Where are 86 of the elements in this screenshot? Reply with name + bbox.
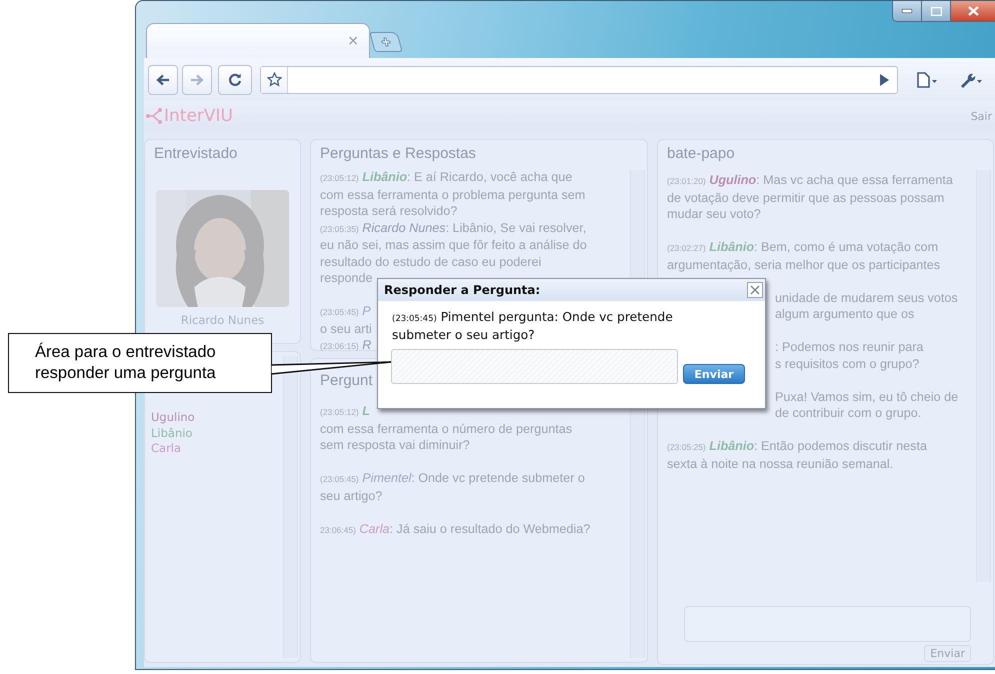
- back-button[interactable]: [148, 64, 178, 94]
- maximize-button[interactable]: [922, 1, 951, 21]
- message-text: com essa ferramenta o problema pergunta sem: [320, 186, 586, 203]
- message-text: unidade de mudarem seus votos: [775, 290, 958, 306]
- message-text: de votação deve permitir que as pessoas possam: [667, 190, 944, 206]
- arrow-left-icon: [156, 74, 170, 86]
- message-text: responde: [320, 270, 373, 286]
- participant-name[interactable]: Ugulino: [151, 410, 283, 426]
- send-button[interactable]: Enviar: [924, 645, 971, 662]
- arrow-right-icon: [190, 74, 204, 86]
- callout-text: Área para o entrevistado responder uma pergunta: [8, 333, 272, 393]
- logo-icon: [146, 107, 162, 125]
- logout-link[interactable]: Sair: [970, 110, 992, 122]
- reload-icon: [228, 72, 242, 86]
- message-text: : E aí Ricardo, você acha que: [407, 170, 572, 184]
- reload-button[interactable]: [218, 64, 252, 94]
- app-logo: InterVIU: [164, 106, 233, 126]
- participant-name[interactable]: Libânio: [151, 426, 283, 441]
- panel-title: Pergunt: [320, 372, 373, 389]
- new-tab-button[interactable]: [369, 32, 403, 52]
- author-name: Libânio: [709, 439, 754, 453]
- author-name: Pimentel: [362, 471, 412, 485]
- message-time: 23:06:45): [320, 524, 356, 534]
- message-time: (23:05:35): [320, 224, 359, 234]
- author-name: L: [362, 404, 370, 418]
- scrollbar[interactable]: [283, 356, 298, 658]
- message-time: (23:05:25): [667, 442, 706, 452]
- play-icon[interactable]: [879, 74, 889, 86]
- message-text: resposta será resolvido?: [320, 203, 458, 220]
- message-text: resultado do estudo de caso eu poderei: [320, 254, 542, 270]
- message-text: seu artigo?: [320, 488, 382, 504]
- maximize-icon: [930, 6, 942, 16]
- author-name: Libânio: [709, 240, 754, 254]
- message-text: o seu arti: [320, 320, 372, 337]
- message-text: sexta à noite na nossa reunião semanal.: [667, 456, 894, 472]
- minimize-button[interactable]: [893, 1, 922, 21]
- plus-icon: [380, 37, 392, 47]
- close-button[interactable]: [951, 1, 995, 21]
- message-text: de contribuir com o grupo.: [775, 405, 922, 422]
- participant-name[interactable]: Carla: [151, 441, 283, 456]
- message-text: : Onde vc pretende submeter o: [411, 471, 585, 485]
- send-button[interactable]: Enviar: [683, 364, 745, 384]
- message-text: : Bem, como é uma votação com: [754, 240, 938, 254]
- message-time: (23:01:20): [667, 176, 706, 186]
- close-icon: [968, 6, 978, 16]
- star-icon: [266, 72, 282, 87]
- message-text: : Já saiu o resultado do Webmedia?: [390, 522, 590, 536]
- close-icon: [750, 285, 760, 295]
- page-icon: [916, 72, 938, 88]
- message-text: Puxa! Vamos sim, eu tô cheio de: [775, 388, 958, 405]
- dialog-title: Responder a Pergunta:: [384, 283, 540, 297]
- message-text: : Mas vc acha que essa ferramenta: [756, 173, 953, 187]
- author-name: Libânio: [362, 170, 408, 184]
- message-text: eu não sei, mas assim que fôr feito a análise do: [320, 237, 587, 254]
- wrench-icon: [959, 72, 983, 88]
- tab-close-button[interactable]: ×: [347, 33, 359, 49]
- message-text: sem resposta vai diminuir?: [320, 437, 470, 454]
- author-name: Ricardo Nunes: [362, 220, 446, 234]
- close-button[interactable]: [747, 282, 763, 298]
- panel-title: bate-papo: [666, 144, 736, 164]
- panel-title: Perguntas e Respostas: [319, 144, 477, 164]
- message-time: (23:05:12): [320, 407, 359, 417]
- author-name: R: [362, 338, 372, 352]
- question-text: (23:05:45) Pimentel pergunta: Onde vc pretende submeter o seu artigo?: [391, 309, 674, 343]
- interviewee-name: Ricardo Nunes: [180, 313, 264, 327]
- author-name: P: [362, 304, 371, 318]
- message-text: : Libânio, Se vai resolver,: [446, 220, 586, 234]
- minimize-icon: [902, 9, 912, 13]
- message-time: (23:02:27): [667, 243, 706, 253]
- message-time: (23:05:12): [320, 173, 359, 183]
- message-text: : Então podemos discutir nesta: [754, 439, 927, 453]
- message-text: com essa ferramenta o número de perguntas: [320, 420, 572, 437]
- message-text: : Podemos nos reunir para: [775, 339, 924, 356]
- message-text: algum argumento que os: [775, 306, 914, 322]
- message-text: s requisitos com o grupo?: [775, 356, 920, 372]
- message-time: (23:05:45): [320, 474, 359, 484]
- message-text: argumentação, seria melhor que os participantes: [667, 256, 940, 273]
- author-name: Carla: [359, 522, 390, 536]
- panel-title: Entrevistado: [153, 144, 238, 164]
- message-time: (23:06:15): [320, 341, 359, 351]
- author-name: Ugulino: [709, 173, 756, 187]
- message-time: (23:05:45): [320, 307, 359, 317]
- bookmark-button[interactable]: [261, 66, 288, 92]
- browser-tab[interactable]: ×: [146, 23, 370, 58]
- message-text: mudar seu voto?: [667, 206, 761, 222]
- answer-field[interactable]: [391, 349, 678, 384]
